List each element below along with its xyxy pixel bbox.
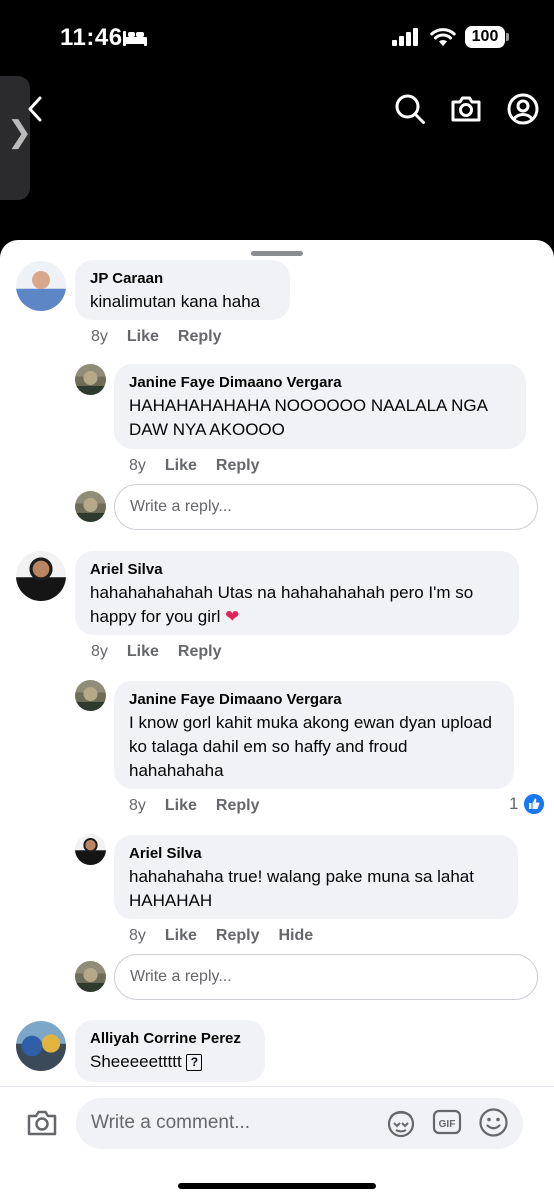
comment-bubble[interactable]: Alliyah Corrine Perez Sheeeeettttt ? xyxy=(75,1020,265,1082)
avatar[interactable] xyxy=(75,680,106,711)
sheet-grab-handle[interactable] xyxy=(251,251,303,256)
comment-author[interactable]: Ariel Silva xyxy=(90,560,504,580)
comment-actions: 8y Like Reply xyxy=(91,328,241,346)
status-time: 11:46 xyxy=(60,24,123,51)
avatar xyxy=(75,491,106,522)
heart-emoji: ❤ xyxy=(225,607,240,626)
comment-input-placeholder: Write a comment... xyxy=(91,1112,251,1133)
camera-icon[interactable] xyxy=(26,1109,58,1137)
comment-author[interactable]: Ariel Silva xyxy=(129,844,503,864)
comment-actions: 8y Like Reply xyxy=(91,643,241,661)
comment-text: I know gorl kahit muka akong ewan dyan u… xyxy=(129,713,492,780)
reply-input[interactable]: Write a reply... xyxy=(114,954,538,1000)
comment-text: kinalimutan kana haha xyxy=(90,292,261,311)
svg-text:GIF: GIF xyxy=(439,1119,456,1130)
reply-input[interactable]: Write a reply... xyxy=(114,484,538,530)
home-indicator xyxy=(178,1183,376,1189)
reply-button[interactable]: Reply xyxy=(216,797,260,815)
battery-indicator: 100 xyxy=(465,26,505,48)
reply-button[interactable]: Reply xyxy=(216,927,260,945)
sticker-icon[interactable] xyxy=(385,1107,417,1139)
avatar[interactable] xyxy=(75,834,106,865)
like-button[interactable]: Like xyxy=(165,797,197,815)
comment-author[interactable]: JP Caraan xyxy=(90,269,275,289)
reply-button[interactable]: Reply xyxy=(178,643,222,661)
like-button[interactable]: Like xyxy=(165,927,197,945)
comment-author[interactable]: Janine Faye Dimaano Vergara xyxy=(129,373,511,393)
reply-bubble[interactable]: Janine Faye Dimaano Vergara HAHAHAHAHAHA… xyxy=(114,364,526,449)
comment-actions: 8y Like Reply xyxy=(129,797,279,815)
comments-sheet: JP Caraan kinalimutan kana haha 8y Like Re… xyxy=(0,240,554,1200)
comment-author[interactable]: Janine Faye Dimaano Vergara xyxy=(129,690,499,710)
like-icon xyxy=(524,794,544,814)
avatar[interactable] xyxy=(16,261,66,311)
comment-text-body: hahahahahahah Utas na hahahahahah pero I… xyxy=(90,583,474,626)
comment-text: hahahahahahah Utas na hahahahahah pero I… xyxy=(90,581,504,629)
hide-button[interactable]: Hide xyxy=(279,927,314,945)
comment-age: 8y xyxy=(129,797,146,814)
comment-author[interactable]: Alliyah Corrine Perez xyxy=(90,1029,250,1049)
cellular-signal-icon xyxy=(392,28,418,46)
reaction-count[interactable]: 1 xyxy=(509,794,518,814)
comment-age: 8y xyxy=(129,457,146,474)
battery-tip xyxy=(506,33,509,41)
comment-age: 8y xyxy=(91,643,108,660)
missing-glyph-icon: ? xyxy=(186,1054,203,1071)
like-button[interactable]: Like xyxy=(165,457,197,475)
like-button[interactable]: Like xyxy=(127,328,159,346)
avatar xyxy=(75,961,106,992)
reply-button[interactable]: Reply xyxy=(216,457,260,475)
comment-composer: Write a comment... GIF xyxy=(0,1086,554,1200)
comment-text: hahahahaha true! walang pake muna sa lah… xyxy=(129,867,474,910)
avatar[interactable] xyxy=(75,364,106,395)
comment-bubble[interactable]: Ariel Silva hahahahahahah Utas na hahaha… xyxy=(75,551,519,635)
reply-button[interactable]: Reply xyxy=(178,328,222,346)
comment-age: 8y xyxy=(91,328,108,345)
back-icon[interactable] xyxy=(26,95,44,123)
comment-text: HAHAHAHAHAHA NOOOOOO NAALALA NGA DAW NYA… xyxy=(129,396,488,439)
avatar[interactable] xyxy=(16,551,66,601)
gif-icon[interactable]: GIF xyxy=(432,1107,462,1137)
search-icon[interactable] xyxy=(394,93,426,125)
profile-icon[interactable] xyxy=(507,93,539,125)
reply-bubble[interactable]: Janine Faye Dimaano Vergara I know gorl … xyxy=(114,681,514,789)
comment-age: 8y xyxy=(129,927,146,944)
emoji-icon[interactable] xyxy=(478,1107,509,1138)
sleep-focus-icon xyxy=(123,31,147,46)
camera-icon[interactable] xyxy=(450,93,482,125)
comment-text: Sheeeeettttt ? xyxy=(90,1050,250,1074)
reply-bubble[interactable]: Ariel Silva hahahahaha true! walang pake… xyxy=(114,835,518,919)
comment-text-body: Sheeeeettttt xyxy=(90,1052,182,1071)
comment-actions: 8y Like Reply xyxy=(129,457,279,475)
like-button[interactable]: Like xyxy=(127,643,159,661)
avatar[interactable] xyxy=(16,1021,66,1071)
comment-actions: 8y Like Reply Hide xyxy=(129,927,332,945)
wifi-icon xyxy=(430,28,456,46)
comment-bubble[interactable]: JP Caraan kinalimutan kana haha xyxy=(75,260,290,320)
status-bar: 11:46 100 xyxy=(0,0,554,76)
